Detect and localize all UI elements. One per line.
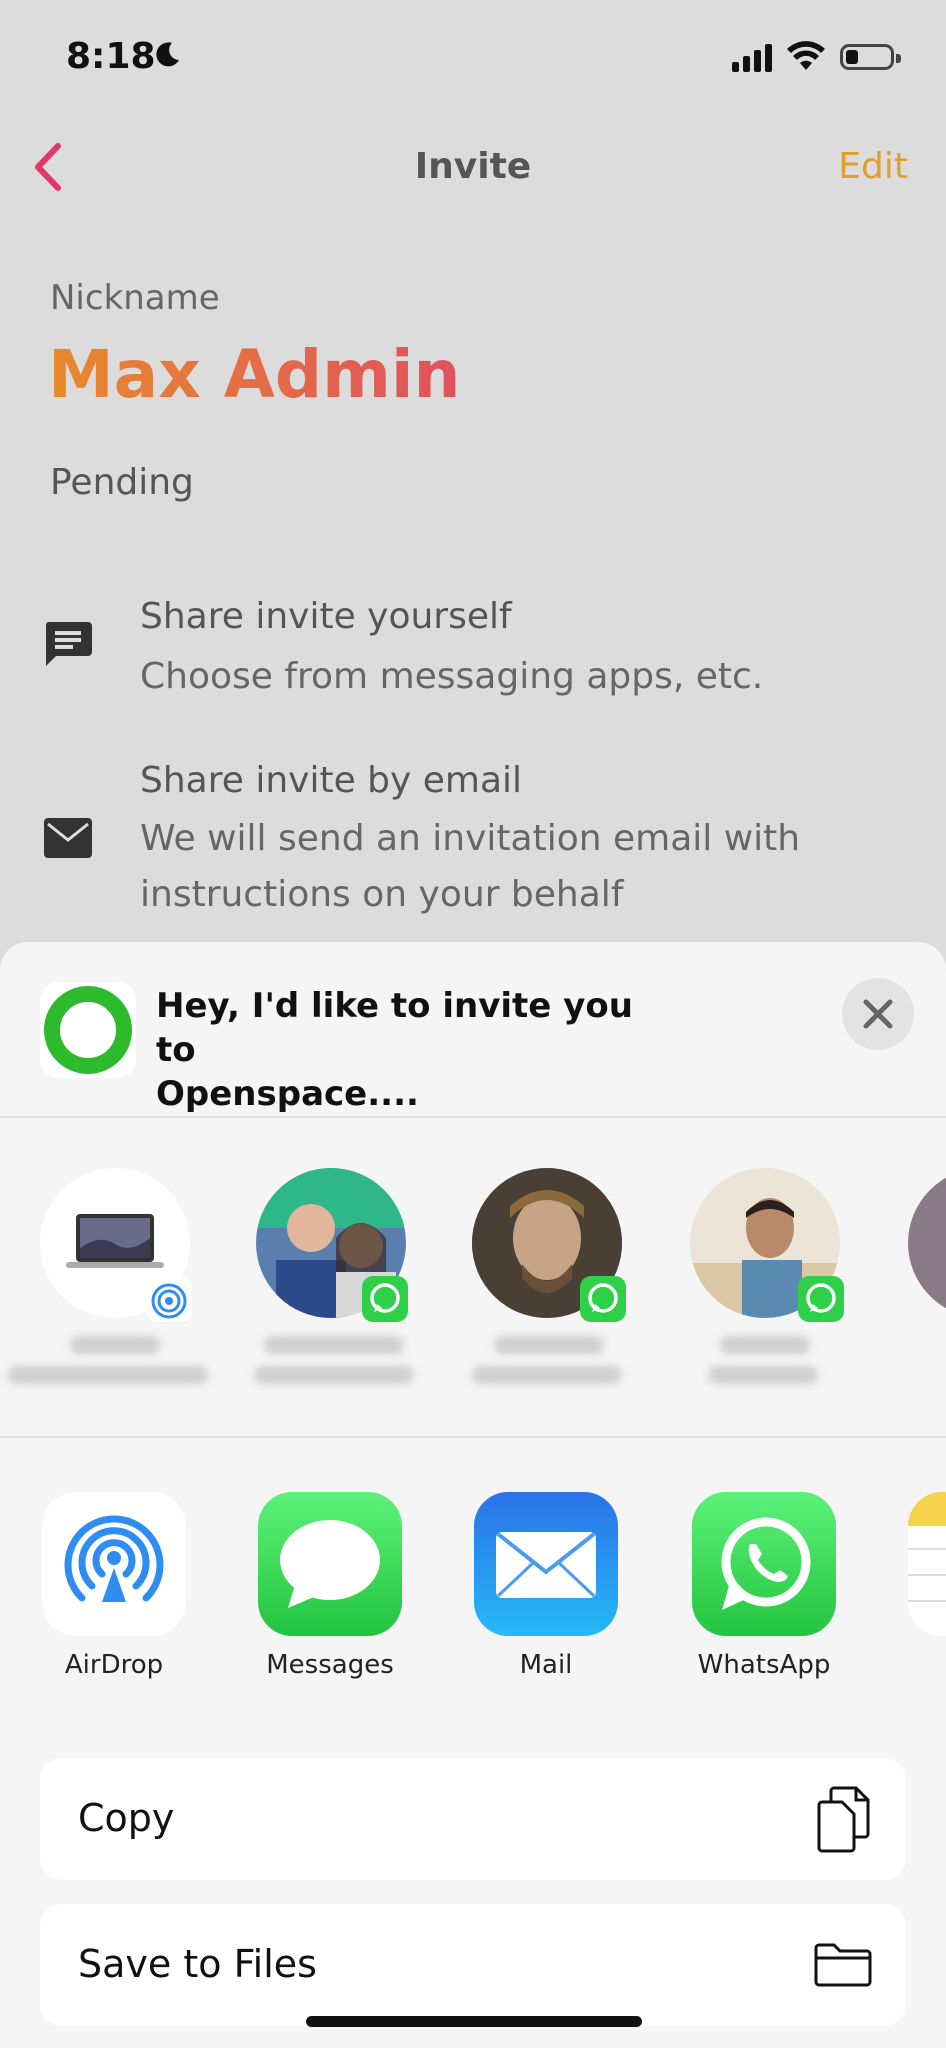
page-title: Invite: [414, 146, 532, 187]
copy-icon: [817, 1786, 870, 1853]
notes-app-button-partial[interactable]: [908, 1492, 946, 1636]
whatsapp-icon: [721, 1517, 811, 1610]
mail-icon: [44, 818, 92, 858]
openspace-app-icon: [40, 982, 136, 1078]
option-title: Share invite yourself: [140, 596, 512, 637]
app-label: AirDrop: [64, 1650, 164, 1680]
folder-icon: [814, 1943, 872, 1987]
airdrop-icon: [64, 1515, 164, 1602]
divider: [0, 1436, 946, 1438]
action-label: Save to Files: [78, 1942, 317, 1986]
blurred-contact-name: [70, 1336, 160, 1354]
divider: [0, 1116, 946, 1118]
whatsapp-badge-icon: [580, 1276, 626, 1322]
battery-icon: [840, 44, 901, 70]
blurred-contact-name: [708, 1366, 818, 1384]
close-icon: [863, 999, 893, 1029]
whatsapp-app-button[interactable]: [692, 1492, 836, 1636]
option-description: Choose from messaging apps, etc.: [140, 656, 764, 697]
wifi-icon: [787, 41, 825, 70]
app-label: WhatsApp: [697, 1650, 831, 1680]
blurred-contact-name: [264, 1336, 404, 1354]
messages-app-button[interactable]: [258, 1492, 402, 1636]
messages-icon: [280, 1520, 380, 1608]
blurred-contact-name: [720, 1336, 810, 1354]
share-preview-line2: Openspace....: [156, 1074, 419, 1114]
mail-app-icon: [496, 1532, 596, 1598]
blurred-contact-name: [472, 1366, 622, 1384]
whatsapp-badge-icon: [798, 1276, 844, 1322]
contact-avatar-partial[interactable]: [908, 1168, 946, 1318]
nickname-label: Nickname: [50, 278, 220, 318]
option-description-line2: instructions on your behalf: [140, 874, 624, 915]
save-to-files-action[interactable]: Save to Files: [40, 1904, 906, 2026]
home-indicator[interactable]: [306, 2016, 642, 2027]
airdrop-badge-icon: [146, 1276, 192, 1322]
app-label: Messages: [266, 1650, 394, 1680]
copy-action[interactable]: Copy: [40, 1758, 906, 1880]
airdrop-app-button[interactable]: [42, 1492, 186, 1636]
cellular-signal-icon: [732, 44, 776, 72]
close-button[interactable]: [842, 978, 914, 1050]
nickname-value: Max Admin: [48, 336, 461, 413]
status-text: Pending: [50, 462, 194, 503]
status-time: 8:18: [66, 36, 156, 77]
mail-app-button[interactable]: [474, 1492, 618, 1636]
blurred-contact-name: [494, 1336, 604, 1354]
action-label: Copy: [78, 1796, 175, 1840]
blurred-contact-name: [8, 1366, 208, 1384]
blurred-contact-name: [254, 1366, 414, 1384]
share-preview-text: Hey, I'd like to invite you to Openspace…: [156, 984, 676, 1116]
whatsapp-badge-icon: [362, 1276, 408, 1322]
option-description-line1: We will send an invitation email with: [140, 818, 801, 859]
app-label: Mail: [519, 1650, 573, 1680]
message-icon: [45, 622, 92, 666]
option-title: Share invite by email: [140, 760, 523, 801]
share-preview-line1: Hey, I'd like to invite you to: [156, 986, 633, 1070]
edit-button[interactable]: Edit: [838, 146, 908, 187]
do-not-disturb-moon-icon: [156, 42, 179, 67]
